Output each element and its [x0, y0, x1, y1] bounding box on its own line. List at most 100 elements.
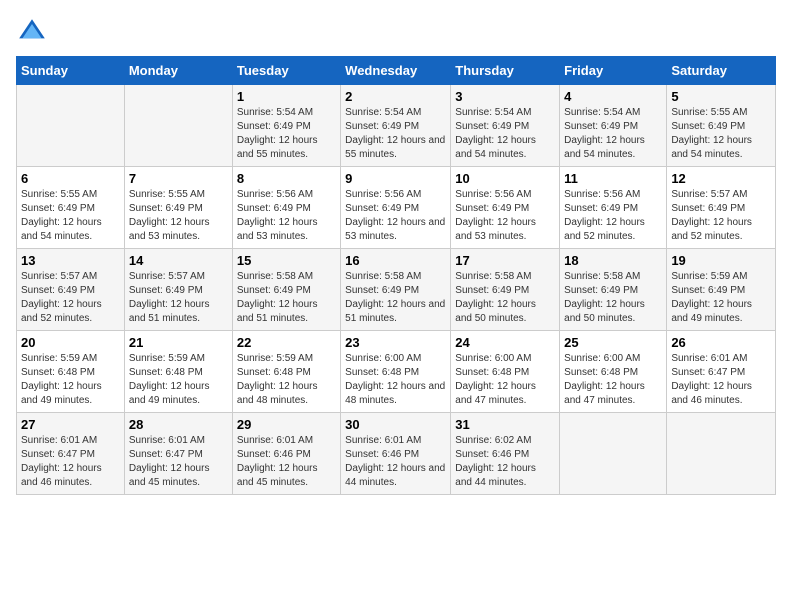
day-number: 30 [345, 417, 446, 432]
header [16, 16, 776, 48]
day-number: 11 [564, 171, 662, 186]
day-number: 1 [237, 89, 336, 104]
header-day-tuesday: Tuesday [232, 57, 340, 85]
calendar-cell: 1 Sunrise: 5:54 AMSunset: 6:49 PMDaylight… [232, 85, 340, 167]
calendar-cell: 21 Sunrise: 5:59 AMSunset: 6:48 PMDayligh… [124, 331, 232, 413]
day-info: Sunrise: 6:01 AMSunset: 6:47 PMDaylight:… [129, 434, 228, 490]
header-day-thursday: Thursday [451, 57, 560, 85]
day-info: Sunrise: 5:54 AMSunset: 6:49 PMDaylight:… [455, 106, 555, 162]
day-info: Sunrise: 5:57 AMSunset: 6:49 PMDaylight:… [671, 188, 771, 244]
day-number: 15 [237, 253, 336, 268]
day-info: Sunrise: 5:57 AMSunset: 6:49 PMDaylight:… [21, 270, 120, 326]
day-number: 12 [671, 171, 771, 186]
day-number: 5 [671, 89, 771, 104]
day-info: Sunrise: 5:59 AMSunset: 6:48 PMDaylight:… [129, 352, 228, 408]
header-day-monday: Monday [124, 57, 232, 85]
calendar-cell: 16 Sunrise: 5:58 AMSunset: 6:49 PMDayligh… [341, 249, 451, 331]
day-number: 22 [237, 335, 336, 350]
day-info: Sunrise: 6:01 AMSunset: 6:47 PMDaylight:… [671, 352, 771, 408]
day-number: 9 [345, 171, 446, 186]
day-number: 28 [129, 417, 228, 432]
day-info: Sunrise: 5:54 AMSunset: 6:49 PMDaylight:… [237, 106, 336, 162]
day-number: 7 [129, 171, 228, 186]
day-number: 13 [21, 253, 120, 268]
calendar-week-row: 27 Sunrise: 6:01 AMSunset: 6:47 PMDayligh… [17, 413, 776, 495]
day-info: Sunrise: 5:58 AMSunset: 6:49 PMDaylight:… [237, 270, 336, 326]
calendar-cell [17, 85, 125, 167]
day-number: 6 [21, 171, 120, 186]
calendar-cell: 18 Sunrise: 5:58 AMSunset: 6:49 PMDayligh… [560, 249, 667, 331]
calendar-cell: 5 Sunrise: 5:55 AMSunset: 6:49 PMDaylight… [667, 85, 776, 167]
day-info: Sunrise: 5:56 AMSunset: 6:49 PMDaylight:… [455, 188, 555, 244]
calendar-cell: 15 Sunrise: 5:58 AMSunset: 6:49 PMDayligh… [232, 249, 340, 331]
day-number: 24 [455, 335, 555, 350]
calendar-cell [560, 413, 667, 495]
day-info: Sunrise: 5:55 AMSunset: 6:49 PMDaylight:… [671, 106, 771, 162]
calendar-cell: 12 Sunrise: 5:57 AMSunset: 6:49 PMDayligh… [667, 167, 776, 249]
header-day-wednesday: Wednesday [341, 57, 451, 85]
calendar-cell: 20Sunrise: 5:59 AMSunset: 6:48 PMDayligh… [17, 331, 125, 413]
day-number: 16 [345, 253, 446, 268]
header-day-saturday: Saturday [667, 57, 776, 85]
day-info: Sunrise: 5:59 AMSunset: 6:48 PMDaylight:… [21, 352, 120, 408]
day-info: Sunrise: 5:56 AMSunset: 6:49 PMDaylight:… [564, 188, 662, 244]
calendar-week-row: 6 Sunrise: 5:55 AMSunset: 6:49 PMDaylight… [17, 167, 776, 249]
calendar-cell: 26 Sunrise: 6:01 AMSunset: 6:47 PMDayligh… [667, 331, 776, 413]
calendar-cell: 11 Sunrise: 5:56 AMSunset: 6:49 PMDayligh… [560, 167, 667, 249]
calendar-cell: 6 Sunrise: 5:55 AMSunset: 6:49 PMDaylight… [17, 167, 125, 249]
calendar-week-row: 13 Sunrise: 5:57 AMSunset: 6:49 PMDayligh… [17, 249, 776, 331]
day-info: Sunrise: 5:58 AMSunset: 6:49 PMDaylight:… [455, 270, 555, 326]
day-number: 19 [671, 253, 771, 268]
day-info: Sunrise: 5:59 AMSunset: 6:48 PMDaylight:… [237, 352, 336, 408]
calendar-week-row: 1 Sunrise: 5:54 AMSunset: 6:49 PMDaylight… [17, 85, 776, 167]
day-info: Sunrise: 6:01 AMSunset: 6:46 PMDaylight:… [345, 434, 446, 490]
day-number: 21 [129, 335, 228, 350]
day-number: 31 [455, 417, 555, 432]
header-day-sunday: Sunday [17, 57, 125, 85]
calendar-cell: 23 Sunrise: 6:00 AMSunset: 6:48 PMDayligh… [341, 331, 451, 413]
day-number: 8 [237, 171, 336, 186]
calendar-table: SundayMondayTuesdayWednesdayThursdayFrid… [16, 56, 776, 495]
calendar-cell: 17 Sunrise: 5:58 AMSunset: 6:49 PMDayligh… [451, 249, 560, 331]
day-info: Sunrise: 5:56 AMSunset: 6:49 PMDaylight:… [237, 188, 336, 244]
day-number: 18 [564, 253, 662, 268]
calendar-cell: 7 Sunrise: 5:55 AMSunset: 6:49 PMDaylight… [124, 167, 232, 249]
calendar-cell: 27 Sunrise: 6:01 AMSunset: 6:47 PMDayligh… [17, 413, 125, 495]
header-day-friday: Friday [560, 57, 667, 85]
calendar-cell: 29Sunrise: 6:01 AMSunset: 6:46 PMDayligh… [232, 413, 340, 495]
day-info: Sunrise: 5:55 AMSunset: 6:49 PMDaylight:… [129, 188, 228, 244]
day-number: 25 [564, 335, 662, 350]
calendar-cell: 8 Sunrise: 5:56 AMSunset: 6:49 PMDaylight… [232, 167, 340, 249]
calendar-cell: 14 Sunrise: 5:57 AMSunset: 6:49 PMDayligh… [124, 249, 232, 331]
calendar-cell: 28 Sunrise: 6:01 AMSunset: 6:47 PMDayligh… [124, 413, 232, 495]
day-info: Sunrise: 6:00 AMSunset: 6:48 PMDaylight:… [345, 352, 446, 408]
day-info: Sunrise: 6:01 AMSunset: 6:47 PMDaylight:… [21, 434, 120, 490]
day-info: Sunrise: 5:54 AMSunset: 6:49 PMDaylight:… [345, 106, 446, 162]
logo [16, 16, 52, 48]
day-info: Sunrise: 5:55 AMSunset: 6:49 PMDaylight:… [21, 188, 120, 244]
calendar-cell: 3 Sunrise: 5:54 AMSunset: 6:49 PMDaylight… [451, 85, 560, 167]
calendar-header-row: SundayMondayTuesdayWednesdayThursdayFrid… [17, 57, 776, 85]
calendar-cell: 25 Sunrise: 6:00 AMSunset: 6:48 PMDayligh… [560, 331, 667, 413]
calendar-cell: 22 Sunrise: 5:59 AMSunset: 6:48 PMDayligh… [232, 331, 340, 413]
day-info: Sunrise: 5:56 AMSunset: 6:49 PMDaylight:… [345, 188, 446, 244]
day-info: Sunrise: 5:59 AMSunset: 6:49 PMDaylight:… [671, 270, 771, 326]
day-number: 23 [345, 335, 446, 350]
day-number: 17 [455, 253, 555, 268]
calendar-cell: 9 Sunrise: 5:56 AMSunset: 6:49 PMDaylight… [341, 167, 451, 249]
calendar-cell [124, 85, 232, 167]
day-info: Sunrise: 5:58 AMSunset: 6:49 PMDaylight:… [345, 270, 446, 326]
calendar-cell: 10Sunrise: 5:56 AMSunset: 6:49 PMDayligh… [451, 167, 560, 249]
day-info: Sunrise: 6:00 AMSunset: 6:48 PMDaylight:… [564, 352, 662, 408]
day-number: 26 [671, 335, 771, 350]
logo-icon [16, 16, 48, 48]
day-number: 27 [21, 417, 120, 432]
day-info: Sunrise: 5:58 AMSunset: 6:49 PMDaylight:… [564, 270, 662, 326]
calendar-cell: 4Sunrise: 5:54 AMSunset: 6:49 PMDaylight… [560, 85, 667, 167]
calendar-week-row: 20Sunrise: 5:59 AMSunset: 6:48 PMDayligh… [17, 331, 776, 413]
day-number: 14 [129, 253, 228, 268]
calendar-cell: 13 Sunrise: 5:57 AMSunset: 6:49 PMDayligh… [17, 249, 125, 331]
day-info: Sunrise: 6:01 AMSunset: 6:46 PMDaylight:… [237, 434, 336, 490]
day-number: 3 [455, 89, 555, 104]
day-info: Sunrise: 5:57 AMSunset: 6:49 PMDaylight:… [129, 270, 228, 326]
